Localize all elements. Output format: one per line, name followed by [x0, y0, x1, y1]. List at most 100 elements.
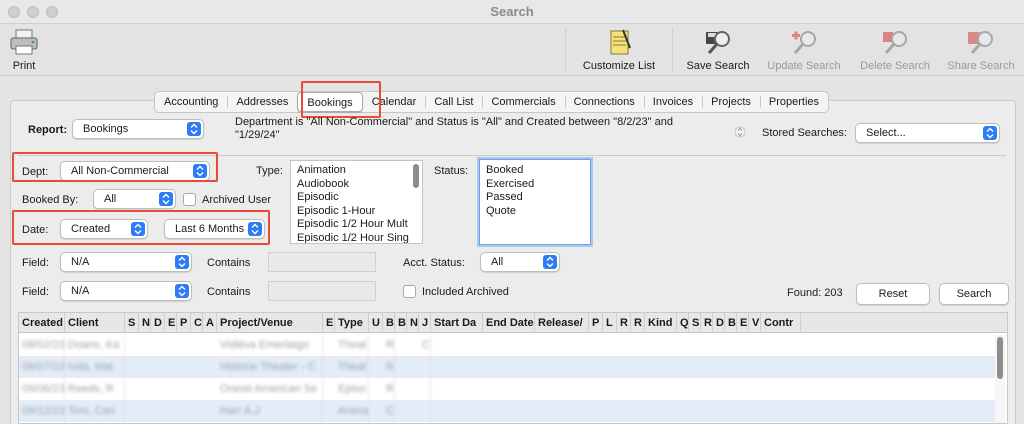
table-cell: 09/12/23 [19, 400, 65, 422]
table-row[interactable]: 08/07/23 Ivda, Mat Historie Theater - C The… [19, 356, 995, 378]
dept-value: All Non-Commercial [71, 165, 169, 177]
field1-select[interactable]: N/A [60, 252, 192, 272]
tab-invoices[interactable]: Invoices [643, 92, 702, 112]
table-scrollbar[interactable] [995, 335, 1005, 423]
delete-search-button[interactable]: Delete Search [856, 26, 934, 74]
status-item[interactable]: Quote [480, 205, 590, 219]
column-header[interactable]: Type [335, 313, 369, 333]
field2-select[interactable]: N/A [60, 281, 192, 301]
type-list-scrollbar[interactable] [413, 164, 419, 188]
reset-button[interactable]: Reset [856, 283, 930, 305]
column-header[interactable]: V [749, 313, 761, 333]
tab-projects[interactable]: Projects [702, 92, 760, 112]
date-range-value: Last 6 Months [175, 223, 245, 235]
window-title: Search [490, 4, 534, 19]
booked-by-select[interactable]: All [93, 189, 176, 209]
column-header[interactable]: N [139, 313, 151, 333]
tab-connections[interactable]: Connections [564, 92, 644, 112]
acct-status-select[interactable]: All [480, 252, 560, 272]
stepper-icon[interactable] [735, 124, 745, 140]
tab-call-list[interactable]: Call List [425, 92, 482, 112]
column-header[interactable]: Start Da [431, 313, 483, 333]
column-header[interactable]: R [701, 313, 713, 333]
date-field-select[interactable]: Created [60, 219, 148, 239]
included-archived-checkbox[interactable] [403, 285, 416, 298]
type-list[interactable]: Animation Audiobook Episodic Episodic 1-… [290, 160, 423, 244]
column-header[interactable]: R [631, 313, 645, 333]
column-header[interactable]: E [737, 313, 749, 333]
column-header[interactable]: A [203, 313, 217, 333]
status-item[interactable]: Exercised [480, 178, 590, 192]
chevron-updown-icon [131, 222, 145, 236]
archived-user-checkbox[interactable] [183, 193, 196, 206]
column-header[interactable]: L [603, 313, 617, 333]
type-item[interactable]: Episodic 1/2 Hour Mult [291, 218, 422, 232]
column-header[interactable]: B [395, 313, 407, 333]
save-search-button[interactable]: Save Search [684, 26, 752, 74]
column-header[interactable]: P [589, 313, 603, 333]
column-header[interactable]: N [407, 313, 419, 333]
column-header[interactable]: End Date [483, 313, 535, 333]
booked-by-value: All [104, 193, 117, 205]
table-cell: Harr A.J [217, 400, 323, 422]
field2-contains-input[interactable] [268, 281, 376, 301]
tab-properties[interactable]: Properties [759, 92, 828, 112]
chevron-updown-icon [159, 192, 173, 206]
print-button[interactable]: Print [4, 26, 44, 74]
column-header[interactable]: Created [19, 313, 65, 333]
column-header[interactable]: D [151, 313, 165, 333]
stored-searches-select[interactable]: Select... [855, 123, 1000, 143]
status-item[interactable]: Booked [480, 160, 590, 178]
column-header[interactable]: C [191, 313, 203, 333]
update-search-label: Update Search [767, 60, 841, 72]
column-header[interactable]: D [713, 313, 725, 333]
search-button[interactable]: Search [939, 283, 1009, 305]
column-header[interactable]: R [617, 313, 631, 333]
type-item[interactable]: Episodic 1-Hour [291, 205, 422, 219]
share-search-button[interactable]: Share Search [944, 26, 1018, 74]
table-row[interactable]: 09/12/23 Tors, Cari Harr A.J Anima C [19, 400, 995, 422]
column-header[interactable]: B [383, 313, 395, 333]
tab-addresses[interactable]: Addresses [227, 92, 297, 112]
column-header[interactable]: B [725, 313, 737, 333]
type-item[interactable]: Episodic [291, 191, 422, 205]
column-header[interactable]: Contr [761, 313, 801, 333]
type-item[interactable]: Animation [291, 161, 422, 178]
column-header[interactable]: E [323, 313, 335, 333]
column-header[interactable]: S [125, 313, 139, 333]
date-range-select[interactable]: Last 6 Months [164, 219, 265, 239]
field1-label: Field: [22, 257, 49, 269]
column-header[interactable]: Project/Venue [217, 313, 323, 333]
table-scroll-thumb[interactable] [997, 337, 1003, 379]
tab-accounting[interactable]: Accounting [155, 92, 227, 112]
type-item[interactable]: Episodic 1/2 Hour Sing [291, 232, 422, 244]
column-header[interactable]: S [689, 313, 701, 333]
column-header[interactable]: Q [677, 313, 689, 333]
status-item[interactable]: Passed [480, 191, 590, 205]
table-row[interactable]: 08/02/23 Doans, Ka Vidiéva Emerlatgo Theat R… [19, 334, 995, 356]
column-header[interactable]: U [369, 313, 383, 333]
delete-search-label: Delete Search [860, 60, 930, 72]
results-table[interactable]: Created Client S N D E P C A Project/Venue E Type U B… [18, 312, 1008, 424]
column-header[interactable]: P [177, 313, 191, 333]
toolbar: Print Customize List Save Search Update … [0, 24, 1024, 76]
field1-contains-input[interactable] [268, 252, 376, 272]
type-item[interactable]: Audiobook [291, 178, 422, 192]
report-select[interactable]: Bookings [72, 119, 204, 139]
column-header[interactable]: Release/ [535, 313, 589, 333]
table-row[interactable]: 09/06/23 Reeds, R Onesti American Se Episo R [19, 378, 995, 400]
update-search-button[interactable]: Update Search [764, 26, 844, 74]
tab-bookings[interactable]: Bookings [297, 92, 363, 112]
tab-commercials[interactable]: Commercials [482, 92, 564, 112]
column-header[interactable]: J [419, 313, 431, 333]
column-header[interactable]: Client [65, 313, 125, 333]
customize-list-button[interactable]: Customize List [578, 26, 660, 74]
chevron-updown-icon [543, 255, 557, 269]
share-search-icon [968, 31, 993, 54]
divider [18, 155, 1006, 156]
tab-calendar[interactable]: Calendar [363, 92, 426, 112]
column-header[interactable]: E [165, 313, 177, 333]
column-header[interactable]: Kind [645, 313, 677, 333]
dept-select[interactable]: All Non-Commercial [60, 161, 210, 181]
status-list[interactable]: Booked Exercised Passed Quote [479, 159, 591, 245]
